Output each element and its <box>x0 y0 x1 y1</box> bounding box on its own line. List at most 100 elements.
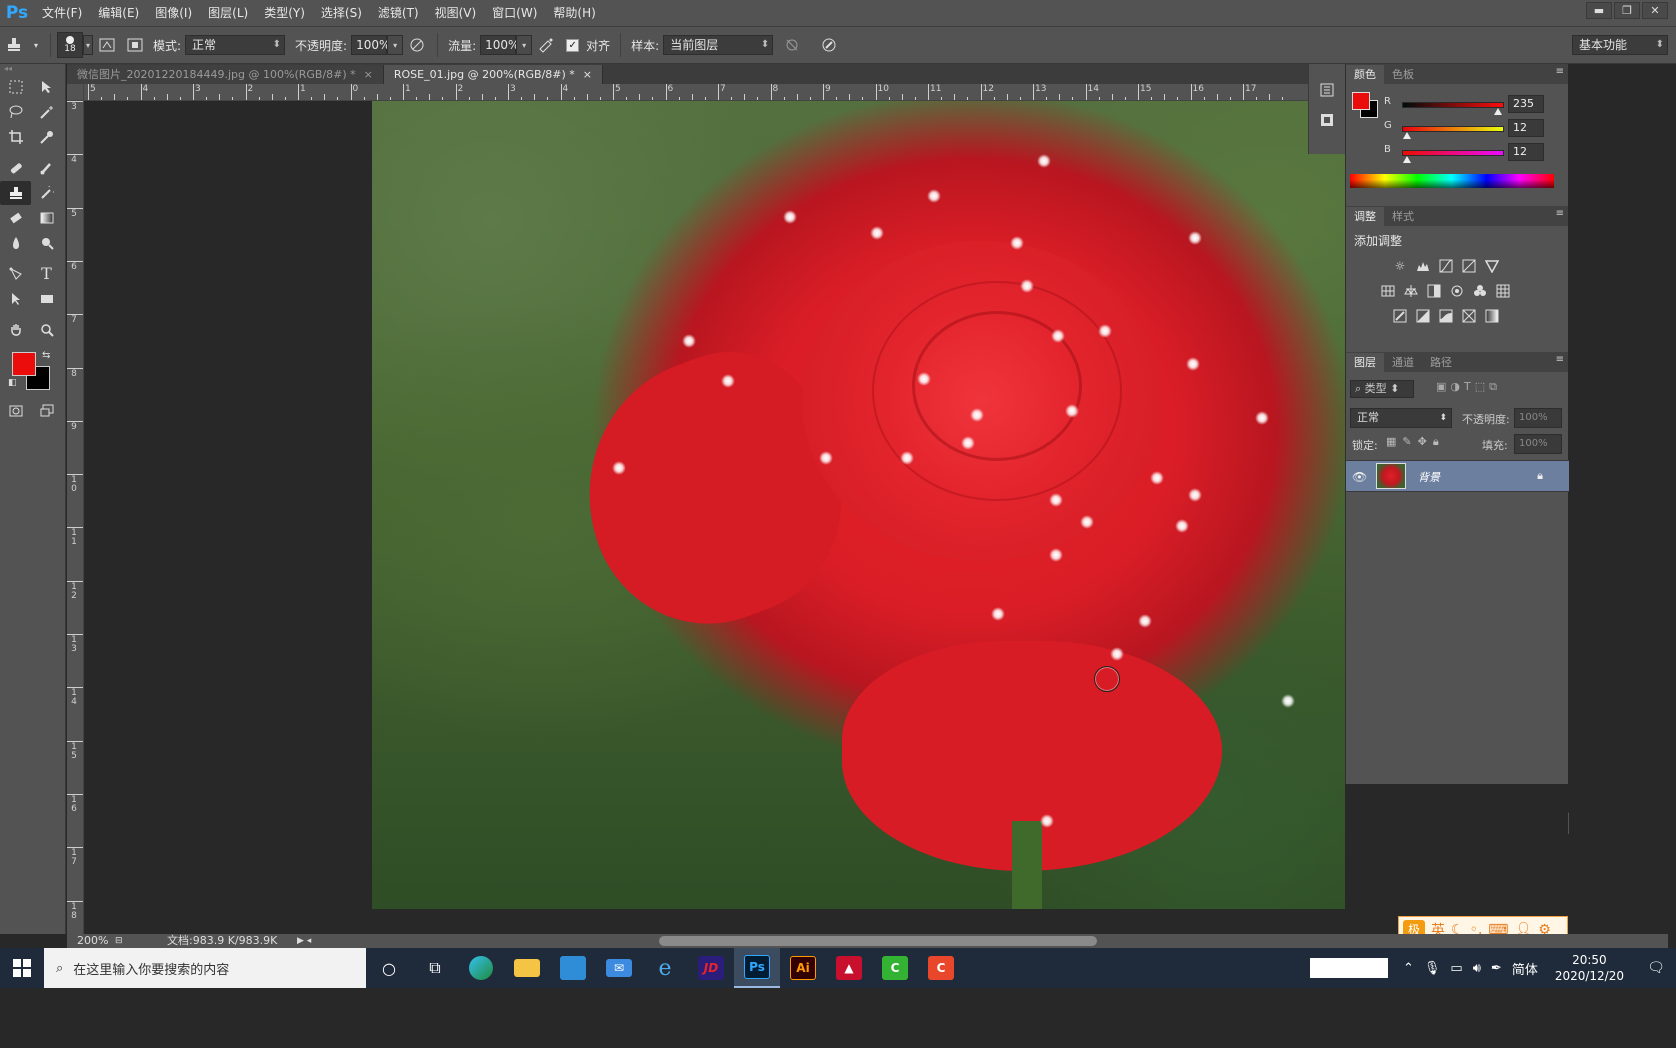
vibrance-icon[interactable] <box>1482 256 1502 276</box>
share-icon[interactable]: ⊟ <box>115 934 123 948</box>
pressure-opacity-icon[interactable] <box>406 34 428 56</box>
layer-filter-select[interactable]: ⌕ 类型 ⬍ <box>1350 380 1414 398</box>
photoshop-taskbar-icon[interactable]: Ps <box>734 948 780 988</box>
ie-icon[interactable]: e <box>642 948 688 988</box>
canvas-area[interactable] <box>84 101 1345 934</box>
clock[interactable]: 20:50 2020/12/20 <box>1555 952 1624 984</box>
green-thumb[interactable] <box>1403 132 1411 139</box>
tab-styles[interactable]: 样式 <box>1384 207 1422 226</box>
tab-paths[interactable]: 路径 <box>1422 353 1460 372</box>
magic-wand-tool-icon[interactable] <box>31 100 62 124</box>
lock-position-icon[interactable]: ✥ <box>1418 435 1427 449</box>
hue-saturation-icon[interactable] <box>1378 281 1398 301</box>
brush-tool-icon[interactable] <box>31 156 62 180</box>
blur-tool-icon[interactable] <box>0 231 31 255</box>
blue-track[interactable] <box>1402 150 1504 156</box>
task-view-icon[interactable]: ⧉ <box>412 948 458 988</box>
pressure-size-icon[interactable] <box>818 34 840 56</box>
black-white-icon[interactable] <box>1424 281 1444 301</box>
color-spectrum[interactable] <box>1350 174 1554 188</box>
panel-menu-icon[interactable]: ≡ <box>1556 354 1564 365</box>
brightness-contrast-icon[interactable]: ☼ <box>1390 256 1410 276</box>
rose-image[interactable] <box>372 101 1345 909</box>
opacity-input[interactable]: 100% <box>351 35 390 55</box>
blue-thumb[interactable] <box>1403 156 1411 163</box>
invert-icon[interactable] <box>1390 306 1410 326</box>
threshold-icon[interactable] <box>1436 306 1456 326</box>
adjustment-filter-icon[interactable]: ◑ <box>1450 380 1460 394</box>
status-menu-arrow-icon[interactable]: ▶ ◂ <box>297 934 311 948</box>
tab-color[interactable]: 颜色 <box>1346 65 1384 84</box>
visibility-eye-icon[interactable]: 👁︎ <box>1352 470 1367 484</box>
airbrush-icon[interactable] <box>535 34 557 56</box>
red-value-input[interactable]: 235 <box>1508 95 1544 113</box>
flow-dropdown[interactable]: ▾ <box>516 35 533 55</box>
dodge-tool-icon[interactable] <box>31 231 62 255</box>
windows-start-icon[interactable] <box>0 948 44 988</box>
illustrator-icon[interactable]: Ai <box>780 948 826 988</box>
tray-input-box[interactable] <box>1309 958 1388 978</box>
clone-source-panel-icon[interactable] <box>124 34 146 56</box>
menu-view[interactable]: 视图(V) <box>427 0 485 26</box>
menu-help[interactable]: 帮助(H) <box>545 0 603 26</box>
hand-tool-icon[interactable] <box>0 318 31 342</box>
gradient-map-icon[interactable] <box>1482 306 1502 326</box>
channel-mixer-icon[interactable] <box>1470 281 1490 301</box>
menu-filter[interactable]: 滤镜(T) <box>370 0 427 26</box>
file-explorer-icon[interactable] <box>504 948 550 988</box>
tab-close-icon[interactable]: × <box>364 68 373 81</box>
screen-mode-icon[interactable] <box>31 399 62 423</box>
notification-icon[interactable]: 🗨︎ <box>1636 960 1676 976</box>
smart-object-filter-icon[interactable]: ⧉ <box>1489 380 1497 394</box>
brush-preset-picker[interactable]: 18 <box>57 32 83 58</box>
autocad-icon[interactable]: ▲ <box>826 948 872 988</box>
eraser-tool-icon[interactable] <box>0 206 31 230</box>
menu-select[interactable]: 选择(S) <box>313 0 370 26</box>
red-track[interactable] <box>1402 102 1504 108</box>
restore-button[interactable]: ❐ <box>1614 2 1640 19</box>
type-filter-icon[interactable]: T <box>1464 380 1471 394</box>
panel-grip-icon[interactable]: ◂◂ <box>0 64 65 74</box>
pixel-filter-icon[interactable]: ▣ <box>1436 380 1446 394</box>
tab-adjustments[interactable]: 调整 <box>1346 207 1384 226</box>
gradient-tool-icon[interactable] <box>31 206 62 230</box>
taskbar-search[interactable]: ⌕ 在这里输入你要搜索的内容 <box>44 948 366 988</box>
default-colors-icon[interactable]: ◧ <box>8 378 17 388</box>
properties-panel-icon[interactable] <box>1314 108 1340 132</box>
history-panel-icon[interactable] <box>1314 78 1340 102</box>
brush-panel-toggle-icon[interactable] <box>96 34 118 56</box>
flow-input[interactable]: 100% <box>480 35 519 55</box>
align-checkbox[interactable]: ✓ <box>566 38 580 52</box>
layer-lock-icon[interactable]: 🔒︎ <box>1537 469 1543 483</box>
foreground-color-swatch[interactable] <box>1352 92 1370 110</box>
close-button[interactable]: ✕ <box>1642 2 1668 19</box>
layer-row[interactable]: 👁︎ 背景 🔒︎ <box>1346 460 1569 492</box>
store-icon[interactable] <box>550 948 596 988</box>
panel-menu-icon[interactable]: ≡ <box>1556 208 1564 219</box>
tab-close-icon[interactable]: × <box>583 68 592 81</box>
foreground-color-swatch[interactable] <box>12 352 36 376</box>
cortana-icon[interactable]: ○ <box>366 948 412 988</box>
workspace-select[interactable]: 基本功能 <box>1572 35 1668 55</box>
pen-tool-icon[interactable] <box>0 262 31 286</box>
blue-slider[interactable]: B 12 <box>1384 143 1564 164</box>
document-tab[interactable]: 微信图片_20201220184449.jpg @ 100%(RGB/8#) *… <box>67 65 384 84</box>
red-thumb[interactable] <box>1494 108 1502 115</box>
fill-input[interactable]: 100% <box>1514 434 1562 454</box>
blend-mode-select[interactable]: 正常 ⬍ <box>1350 408 1452 428</box>
rectangle-tool-icon[interactable] <box>31 287 62 311</box>
ignore-adjustment-layers-icon[interactable] <box>781 34 803 56</box>
marquee-tool-icon[interactable] <box>0 75 31 99</box>
layer-name[interactable]: 背景 <box>1418 469 1440 485</box>
selective-color-icon[interactable] <box>1459 306 1479 326</box>
crop-tool-icon[interactable] <box>0 125 31 149</box>
tab-swatches[interactable]: 色板 <box>1384 65 1422 84</box>
sample-select[interactable]: 当前图层 <box>663 35 774 55</box>
horizontal-scrollbar[interactable] <box>659 936 1097 946</box>
horizontal-ruler[interactable]: 5 4 3 2 1 0 1 2 3 4 5 6 7 8 9 10 11 12 13 14 15 16 17 <box>84 84 1345 101</box>
menu-file[interactable]: 文件(F) <box>34 0 90 26</box>
green-value-input[interactable]: 12 <box>1508 119 1544 137</box>
lock-pixels-icon[interactable]: ✎ <box>1402 435 1411 449</box>
clone-stamp-tool-icon[interactable] <box>0 180 31 205</box>
red-slider[interactable]: R 235 <box>1384 95 1564 116</box>
